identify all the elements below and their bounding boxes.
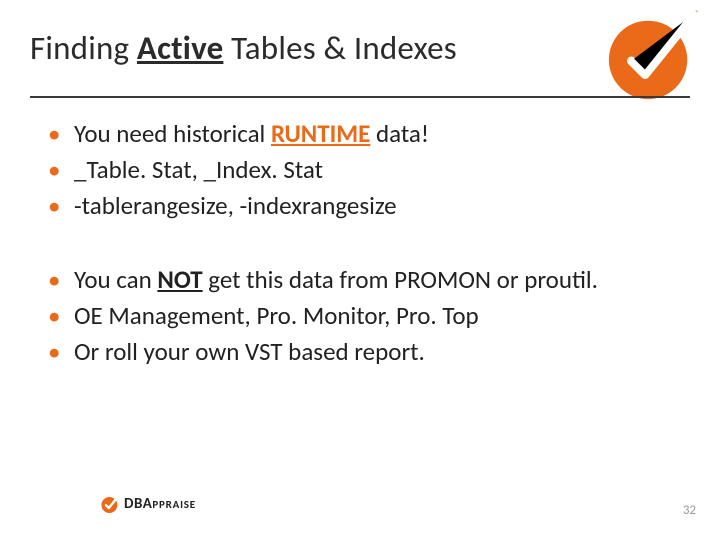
bullet-item: Or roll your own VST based report.: [48, 336, 668, 368]
slide-content: You need historical RUNTIME data! _Table…: [48, 118, 668, 372]
bullet-text-pre: _Table. Stat, _Index. Stat: [74, 154, 323, 185]
bullet-text-pre: You need historical: [74, 118, 271, 149]
slide-title: Finding Active Tables & Indexes: [30, 28, 457, 68]
title-emphasis: Active: [137, 28, 223, 68]
footer-brand-name: DBAPPRAISE: [124, 495, 196, 513]
footer-brand-db: DBA: [124, 495, 152, 513]
bullet-text-pre: OE Management, Pro. Monitor, Pro. Top: [74, 300, 479, 331]
bullet-text-emph: NOT: [157, 264, 202, 295]
bullet-text-post: get this data from PROMON or proutil.: [203, 264, 598, 295]
bullet-item: _Table. Stat, _Index. Stat: [48, 154, 668, 186]
list-gap: [48, 226, 668, 264]
bullet-text-pre: You can: [74, 264, 157, 295]
footer-brand-rest: PPRAISE: [152, 498, 196, 511]
page-number: 32: [683, 503, 696, 518]
bullet-text-post: data!: [370, 118, 429, 149]
title-prefix: Finding: [30, 28, 137, 68]
brand-checkmark-icon: [602, 6, 700, 104]
bullet-list-1: You need historical RUNTIME data! _Table…: [48, 118, 668, 222]
bullet-item: You need historical RUNTIME data!: [48, 118, 668, 150]
slide: Finding Active Tables & Indexes You need…: [0, 0, 720, 540]
title-divider: [30, 96, 690, 98]
brand-checkmark-small-icon: [100, 494, 120, 514]
bullet-text-pre: Or roll your own VST based report.: [74, 336, 425, 367]
title-suffix: Tables & Indexes: [223, 28, 457, 68]
bullet-text-pre: -tablerangesize, -indexrangesize: [74, 190, 397, 221]
bullet-item: You can NOT get this data from PROMON or…: [48, 264, 668, 296]
bullet-text-emph: RUNTIME: [271, 118, 370, 149]
bullet-item: -tablerangesize, -indexrangesize: [48, 190, 668, 222]
bullet-list-2: You can NOT get this data from PROMON or…: [48, 264, 668, 368]
footer-brand: DBAPPRAISE: [100, 494, 196, 514]
bullet-item: OE Management, Pro. Monitor, Pro. Top: [48, 300, 668, 332]
